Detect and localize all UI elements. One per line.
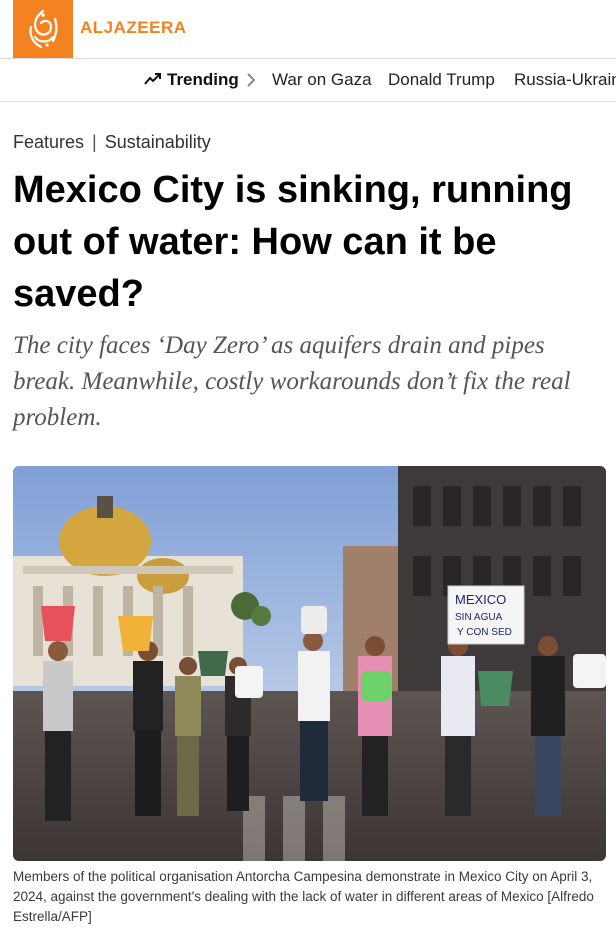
trending-link-russia-ukraine[interactable]: Russia-Ukrain [514, 70, 616, 90]
chevron-right-icon [247, 73, 256, 87]
image-caption: Members of the political organisation An… [13, 869, 594, 924]
sign-line-3: Y CON SED [457, 627, 512, 638]
trending-link-war-on-gaza[interactable]: War on Gaza [272, 70, 372, 90]
article-subtitle: The city faces ‘Day Zero’ as aquifers dr… [13, 332, 571, 431]
aljazeera-calligraphy-icon [29, 9, 58, 49]
trending-bar: Trending War on Gaza Donald Trump Russia… [0, 59, 616, 102]
trending-link-donald-trump[interactable]: Donald Trump [388, 70, 495, 90]
breadcrumb-sustainability[interactable]: Sustainability [105, 132, 211, 152]
breadcrumb: Features | Sustainability [13, 132, 211, 153]
sign-line-2: SIN AGUA [455, 612, 503, 623]
breadcrumb-features[interactable]: Features [13, 132, 84, 152]
breadcrumb-separator: | [92, 132, 97, 152]
article-title: Mexico City is sinking, running out of w… [13, 169, 573, 315]
protest-photo: MEXICO SIN AGUA Y CON SED [13, 466, 606, 861]
trending-label: Trending [167, 70, 239, 89]
site-header: ALJAZEERA [0, 0, 616, 59]
brand-name[interactable]: ALJAZEERA [80, 18, 187, 38]
trending-up-icon [144, 73, 161, 85]
aljazeera-logo[interactable] [13, 0, 73, 58]
sign-line-1: MEXICO [455, 592, 506, 607]
article-hero-image[interactable]: MEXICO SIN AGUA Y CON SED [13, 466, 606, 861]
